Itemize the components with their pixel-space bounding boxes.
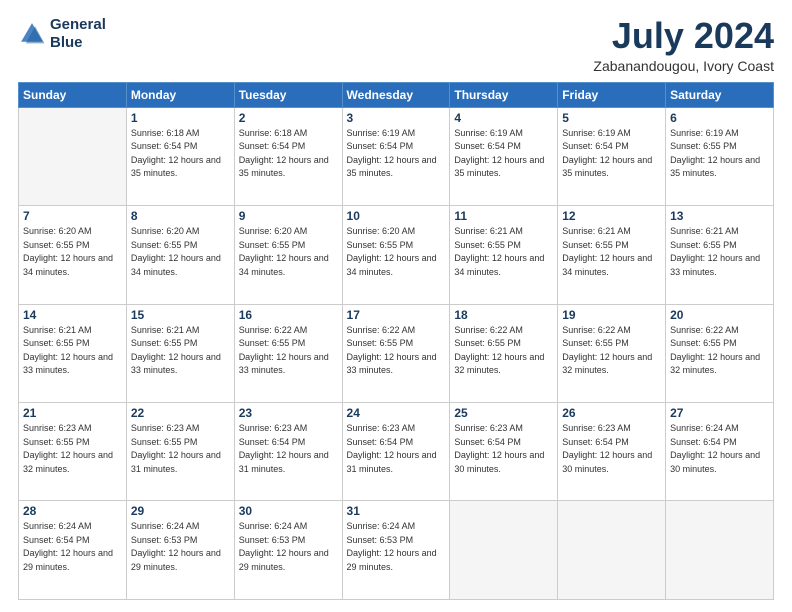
- col-header-monday: Monday: [126, 82, 234, 107]
- main-title: July 2024: [593, 16, 774, 56]
- page: General Blue July 2024 Zabanandougou, Iv…: [0, 0, 792, 612]
- table-row: 19Sunrise: 6:22 AM Sunset: 6:55 PM Dayli…: [558, 304, 666, 402]
- table-row: 21Sunrise: 6:23 AM Sunset: 6:55 PM Dayli…: [19, 403, 127, 501]
- table-row: 3Sunrise: 6:19 AM Sunset: 6:54 PM Daylig…: [342, 107, 450, 205]
- col-header-tuesday: Tuesday: [234, 82, 342, 107]
- table-row: 5Sunrise: 6:19 AM Sunset: 6:54 PM Daylig…: [558, 107, 666, 205]
- table-row: 27Sunrise: 6:24 AM Sunset: 6:54 PM Dayli…: [666, 403, 774, 501]
- table-row: [666, 501, 774, 600]
- table-row: [19, 107, 127, 205]
- table-row: 13Sunrise: 6:21 AM Sunset: 6:55 PM Dayli…: [666, 206, 774, 304]
- logo-text: General Blue: [50, 16, 106, 52]
- table-row: [450, 501, 558, 600]
- table-row: 10Sunrise: 6:20 AM Sunset: 6:55 PM Dayli…: [342, 206, 450, 304]
- logo-icon: [18, 20, 46, 48]
- table-row: 9Sunrise: 6:20 AM Sunset: 6:55 PM Daylig…: [234, 206, 342, 304]
- table-row: 22Sunrise: 6:23 AM Sunset: 6:55 PM Dayli…: [126, 403, 234, 501]
- table-row: 17Sunrise: 6:22 AM Sunset: 6:55 PM Dayli…: [342, 304, 450, 402]
- col-header-sunday: Sunday: [19, 82, 127, 107]
- table-row: 1Sunrise: 6:18 AM Sunset: 6:54 PM Daylig…: [126, 107, 234, 205]
- table-row: 12Sunrise: 6:21 AM Sunset: 6:55 PM Dayli…: [558, 206, 666, 304]
- table-row: 31Sunrise: 6:24 AM Sunset: 6:53 PM Dayli…: [342, 501, 450, 600]
- table-row: 29Sunrise: 6:24 AM Sunset: 6:53 PM Dayli…: [126, 501, 234, 600]
- table-row: 14Sunrise: 6:21 AM Sunset: 6:55 PM Dayli…: [19, 304, 127, 402]
- table-row: 8Sunrise: 6:20 AM Sunset: 6:55 PM Daylig…: [126, 206, 234, 304]
- logo: General Blue: [18, 16, 106, 52]
- table-row: 18Sunrise: 6:22 AM Sunset: 6:55 PM Dayli…: [450, 304, 558, 402]
- table-row: 26Sunrise: 6:23 AM Sunset: 6:54 PM Dayli…: [558, 403, 666, 501]
- table-row: 15Sunrise: 6:21 AM Sunset: 6:55 PM Dayli…: [126, 304, 234, 402]
- table-row: 20Sunrise: 6:22 AM Sunset: 6:55 PM Dayli…: [666, 304, 774, 402]
- col-header-friday: Friday: [558, 82, 666, 107]
- table-row: 23Sunrise: 6:23 AM Sunset: 6:54 PM Dayli…: [234, 403, 342, 501]
- table-row: 16Sunrise: 6:22 AM Sunset: 6:55 PM Dayli…: [234, 304, 342, 402]
- table-row: 24Sunrise: 6:23 AM Sunset: 6:54 PM Dayli…: [342, 403, 450, 501]
- col-header-saturday: Saturday: [666, 82, 774, 107]
- table-row: 2Sunrise: 6:18 AM Sunset: 6:54 PM Daylig…: [234, 107, 342, 205]
- table-row: 4Sunrise: 6:19 AM Sunset: 6:54 PM Daylig…: [450, 107, 558, 205]
- table-row: 28Sunrise: 6:24 AM Sunset: 6:54 PM Dayli…: [19, 501, 127, 600]
- table-row: 7Sunrise: 6:20 AM Sunset: 6:55 PM Daylig…: [19, 206, 127, 304]
- header: General Blue July 2024 Zabanandougou, Iv…: [18, 16, 774, 74]
- table-row: 25Sunrise: 6:23 AM Sunset: 6:54 PM Dayli…: [450, 403, 558, 501]
- col-header-thursday: Thursday: [450, 82, 558, 107]
- subtitle: Zabanandougou, Ivory Coast: [593, 58, 774, 74]
- calendar-table: SundayMondayTuesdayWednesdayThursdayFrid…: [18, 82, 774, 600]
- table-row: 30Sunrise: 6:24 AM Sunset: 6:53 PM Dayli…: [234, 501, 342, 600]
- table-row: 6Sunrise: 6:19 AM Sunset: 6:55 PM Daylig…: [666, 107, 774, 205]
- col-header-wednesday: Wednesday: [342, 82, 450, 107]
- title-block: July 2024 Zabanandougou, Ivory Coast: [593, 16, 774, 74]
- table-row: [558, 501, 666, 600]
- table-row: 11Sunrise: 6:21 AM Sunset: 6:55 PM Dayli…: [450, 206, 558, 304]
